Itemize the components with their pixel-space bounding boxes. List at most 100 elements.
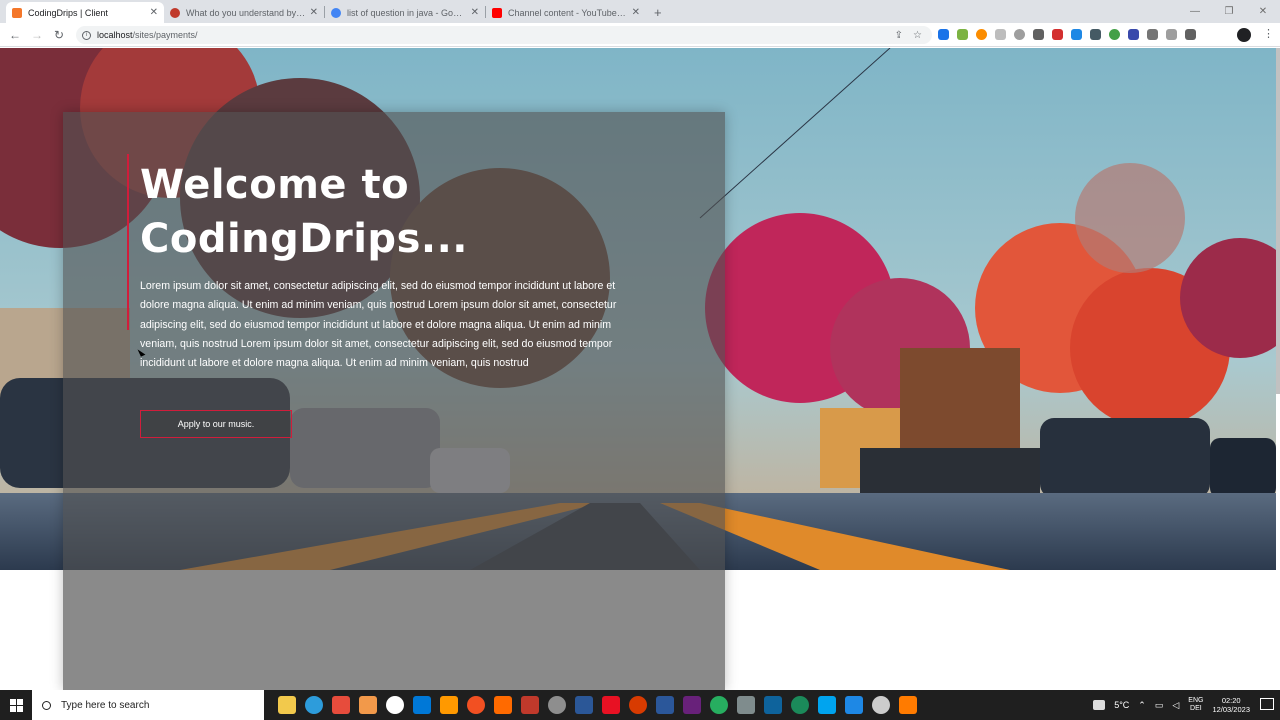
search-icon — [42, 700, 51, 710]
extension-icon[interactable] — [1090, 29, 1101, 40]
language-code: ENG — [1188, 697, 1204, 704]
keyboard-layout: DEI — [1190, 705, 1202, 712]
site-favicon-icon — [170, 7, 180, 18]
taskbar-search[interactable]: Type here to search — [32, 690, 264, 720]
extension-icon[interactable] — [1052, 29, 1063, 40]
hero-description: Lorem ipsum dolor sit amet, consectetur … — [140, 280, 617, 370]
sidepanel-icon[interactable] — [1185, 29, 1196, 40]
reload-icon[interactable]: ↻ — [48, 28, 70, 42]
codingdrips-favicon-icon — [12, 7, 22, 18]
extension-icon[interactable] — [1014, 29, 1025, 40]
tab-title: What do you understand by 'di... — [186, 7, 306, 18]
taskbar-app-icon[interactable] — [467, 696, 485, 714]
forward-icon[interactable]: → — [26, 28, 48, 42]
close-window-icon[interactable]: ✕ — [1246, 0, 1280, 22]
address-bar[interactable]: i localhost/sites/payments/ ⇪ ☆ — [76, 26, 932, 44]
taskbar-app-icon[interactable] — [656, 696, 674, 714]
url-path: /sites/payments/ — [132, 30, 198, 40]
taskbar-app-icon[interactable] — [602, 696, 620, 714]
taskbar-app-icon[interactable] — [521, 696, 539, 714]
browser-tab-bar: CodingDrips | Client ✕ What do you under… — [0, 0, 1280, 23]
window-controls: — ❐ ✕ — [1178, 0, 1280, 22]
start-button[interactable] — [0, 690, 32, 720]
youtube-favicon-icon — [492, 7, 502, 18]
taskbar-app-icon[interactable] — [359, 696, 377, 714]
tab-what-do-you-understand[interactable]: What do you understand by 'di... ✕ — [164, 2, 324, 23]
download-icon[interactable] — [1166, 29, 1177, 40]
taskbar-app-icon[interactable] — [440, 696, 458, 714]
taskbar-app-icon[interactable] — [710, 696, 728, 714]
weather-icon — [1093, 700, 1106, 710]
clock-time: 02:20 — [1221, 696, 1241, 705]
accent-line — [127, 154, 129, 330]
extension-icon[interactable] — [1071, 29, 1082, 40]
taskbar-app-icon[interactable] — [872, 696, 890, 714]
extension-icon[interactable] — [1109, 29, 1120, 40]
tab-codingdrips[interactable]: CodingDrips | Client ✕ — [6, 2, 164, 23]
taskbar-app-icon[interactable] — [386, 696, 404, 714]
minimize-icon[interactable]: — — [1178, 0, 1212, 22]
browser-toolbar: ← → ↻ i localhost/sites/payments/ ⇪ ☆ ⋮ — [0, 23, 1280, 47]
system-tray: 5°C ⌃ ▭ ◁ ENG DEI 02:20 12/03/2023 — [1093, 690, 1250, 720]
maximize-icon[interactable]: ❐ — [1212, 0, 1246, 22]
taskbar-search-placeholder: Type here to search — [61, 699, 150, 711]
apply-button[interactable]: Apply to our music. — [140, 410, 292, 438]
close-tab-icon[interactable]: ✕ — [471, 7, 479, 18]
taskbar-app-icon[interactable] — [413, 696, 431, 714]
tab-google-search[interactable]: list of question in java - Google... ✕ — [325, 2, 485, 23]
hero-title-line-1: Welcome to — [140, 162, 410, 208]
extension-icon[interactable] — [938, 29, 949, 40]
extension-icon[interactable] — [995, 29, 1006, 40]
taskbar-app-icon[interactable] — [683, 696, 701, 714]
tab-title: list of question in java - Google... — [347, 7, 467, 18]
tab-title: CodingDrips | Client — [28, 7, 108, 18]
close-tab-icon[interactable]: ✕ — [310, 7, 318, 18]
tab-title: Channel content - YouTube Studi... — [508, 7, 628, 18]
url-host: localhost — [97, 30, 133, 40]
site-info-icon[interactable]: i — [82, 30, 91, 40]
bookmark-star-icon[interactable]: ☆ — [913, 30, 922, 41]
taskbar-app-icon[interactable] — [575, 696, 593, 714]
taskbar-app-icon[interactable] — [548, 696, 566, 714]
weather-temperature: 5°C — [1114, 700, 1130, 710]
taskbar-apps — [278, 696, 917, 714]
google-favicon-icon — [331, 7, 341, 18]
extension-icon[interactable] — [1128, 29, 1139, 40]
taskbar-app-icon[interactable] — [764, 696, 782, 714]
taskbar-app-icon[interactable] — [278, 696, 296, 714]
hero-title: Welcome to CodingDrips... — [140, 158, 468, 266]
windows-logo-icon — [9, 698, 23, 712]
language-indicator[interactable]: ENG DEI — [1188, 697, 1203, 713]
puzzle-icon[interactable] — [1147, 29, 1158, 40]
network-icon[interactable]: ▭ — [1155, 700, 1164, 711]
close-tab-icon[interactable]: ✕ — [150, 7, 158, 18]
system-clock[interactable]: 02:20 12/03/2023 — [1212, 696, 1250, 714]
chevron-up-icon[interactable]: ⌃ — [1138, 700, 1146, 711]
new-tab-button[interactable]: + — [654, 5, 662, 20]
taskbar-app-icon[interactable] — [737, 696, 755, 714]
tab-youtube-studio[interactable]: Channel content - YouTube Studi... ✕ — [486, 2, 646, 23]
windows-taskbar: Type here to search 5°C ⌃ ▭ ◁ ENG DEI 02… — [0, 690, 1280, 720]
extension-icon[interactable] — [957, 29, 968, 40]
share-icon[interactable]: ⇪ — [895, 30, 903, 41]
close-tab-icon[interactable]: ✕ — [632, 7, 640, 18]
taskbar-app-icon[interactable] — [845, 696, 863, 714]
taskbar-app-icon[interactable] — [305, 696, 323, 714]
page-scrollbar[interactable] — [1276, 48, 1280, 394]
profile-avatar[interactable] — [1237, 28, 1251, 42]
extension-icon[interactable] — [976, 29, 987, 40]
taskbar-app-icon[interactable] — [899, 696, 917, 714]
extension-icon[interactable] — [1033, 29, 1044, 40]
taskbar-app-icon[interactable] — [494, 696, 512, 714]
taskbar-app-icon[interactable] — [629, 696, 647, 714]
menu-kebab-icon[interactable]: ⋮ — [1263, 27, 1274, 40]
clock-date: 12/03/2023 — [1212, 705, 1250, 714]
taskbar-app-icon[interactable] — [332, 696, 350, 714]
taskbar-app-icon[interactable] — [791, 696, 809, 714]
notification-icon[interactable] — [1260, 698, 1274, 710]
speaker-icon[interactable]: ◁ — [1172, 700, 1179, 711]
hero-title-line-2: CodingDrips... — [140, 216, 468, 262]
back-icon[interactable]: ← — [4, 28, 26, 42]
taskbar-app-icon[interactable] — [818, 696, 836, 714]
web-page: Welcome to CodingDrips... Lorem ipsum do… — [0, 48, 1280, 690]
